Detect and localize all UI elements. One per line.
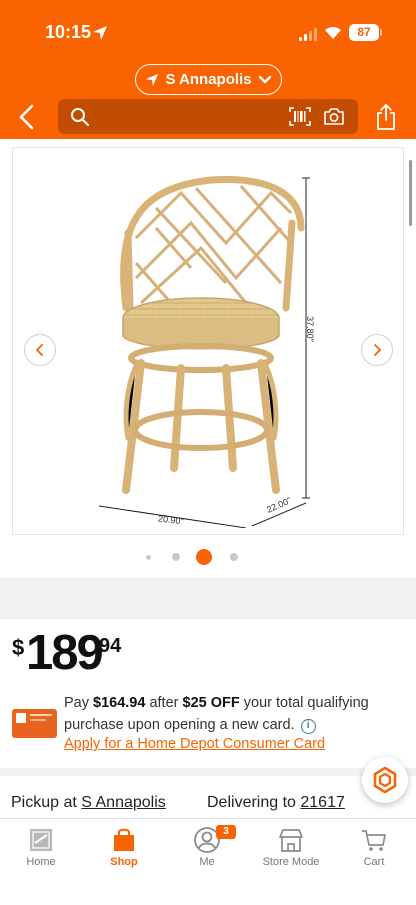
status-bar: 10:15 87 (0, 0, 416, 62)
carousel-dot[interactable] (146, 555, 151, 560)
location-arrow-icon (146, 73, 159, 86)
height-dimension-label: 37.80" (304, 316, 315, 342)
back-button[interactable] (16, 104, 38, 130)
tab-home-label: Home (26, 856, 56, 868)
apply-card-link[interactable]: Apply for a Home Depot Consumer Card (64, 736, 325, 752)
tab-store-mode[interactable]: Store Mode (251, 819, 331, 879)
search-icon (71, 108, 89, 126)
shopping-bag-icon (114, 828, 134, 851)
promo-discount: $25 OFF (182, 695, 240, 711)
tab-home[interactable]: Home (1, 819, 81, 879)
carousel-dot[interactable] (172, 553, 180, 561)
search-bar[interactable] (58, 99, 358, 134)
info-icon[interactable]: i (300, 719, 316, 734)
hexagon-assistant-icon (373, 766, 397, 794)
tab-me[interactable]: 3 Me (167, 819, 247, 879)
pickup-store-link[interactable]: S Annapolis (81, 794, 166, 811)
consumer-card-image (12, 709, 57, 738)
section-separator (0, 578, 416, 619)
barcode-scan-icon[interactable] (289, 107, 311, 126)
delivery-zip-link[interactable]: 21617 (300, 794, 345, 811)
carousel-dot-active[interactable] (196, 549, 212, 565)
carousel-dot[interactable] (230, 553, 238, 561)
chevron-left-icon (36, 344, 43, 356)
carousel-next-button[interactable] (361, 334, 393, 366)
chevron-down-icon (258, 75, 271, 83)
tab-cart-label: Cart (363, 856, 385, 868)
price-currency: $ (12, 635, 25, 660)
tab-shop-label: Shop (110, 856, 138, 868)
clock: 10:15 (45, 22, 92, 42)
cart-icon (362, 830, 386, 851)
battery-level: 87 (349, 24, 379, 41)
location-arrow-icon (93, 26, 107, 40)
delivery-info: Delivering to 21617 (207, 794, 345, 811)
price-cents: 94 (99, 635, 122, 657)
home-depot-logo-icon (30, 829, 52, 851)
battery-tip (380, 29, 382, 36)
wifi-icon (325, 26, 341, 39)
carousel-pagination (0, 548, 416, 566)
share-icon[interactable] (375, 103, 397, 131)
notification-badge: 3 (216, 825, 236, 839)
card-promo-text: Pay $164.94 after $25 OFF your total qua… (64, 695, 369, 734)
search-input[interactable] (98, 99, 278, 134)
home-depot-logo (15, 712, 27, 724)
price-dollars: 189 (26, 626, 104, 680)
app-header: 10:15 87 S Annapolis (0, 0, 416, 139)
section-divider (0, 768, 416, 776)
chevron-right-icon (374, 344, 381, 356)
chat-assistant-button[interactable] (362, 757, 408, 803)
tab-cart[interactable]: Cart (334, 819, 414, 879)
tab-shop[interactable]: Shop (84, 819, 164, 879)
bar-stool-product-image (98, 176, 310, 528)
store-selector-button[interactable]: S Annapolis (135, 64, 282, 95)
storefront-icon (279, 829, 303, 852)
tab-me-label: Me (199, 856, 215, 868)
store-selector-label: S Annapolis (165, 71, 252, 88)
pickup-info: Pickup at S Annapolis (11, 794, 166, 811)
bottom-tab-bar: Home Shop 3 Me Store Mode Cart (0, 818, 416, 905)
carousel-prev-button[interactable] (24, 334, 56, 366)
cellular-signal-icon (299, 27, 317, 41)
tab-store-mode-label: Store Mode (262, 856, 320, 868)
promo-discounted-price: $164.94 (93, 695, 146, 711)
page-scrollbar[interactable] (409, 160, 412, 226)
product-image-carousel[interactable]: 37.80" 20.90" 22.00" (12, 147, 404, 535)
camera-icon[interactable] (323, 107, 345, 126)
